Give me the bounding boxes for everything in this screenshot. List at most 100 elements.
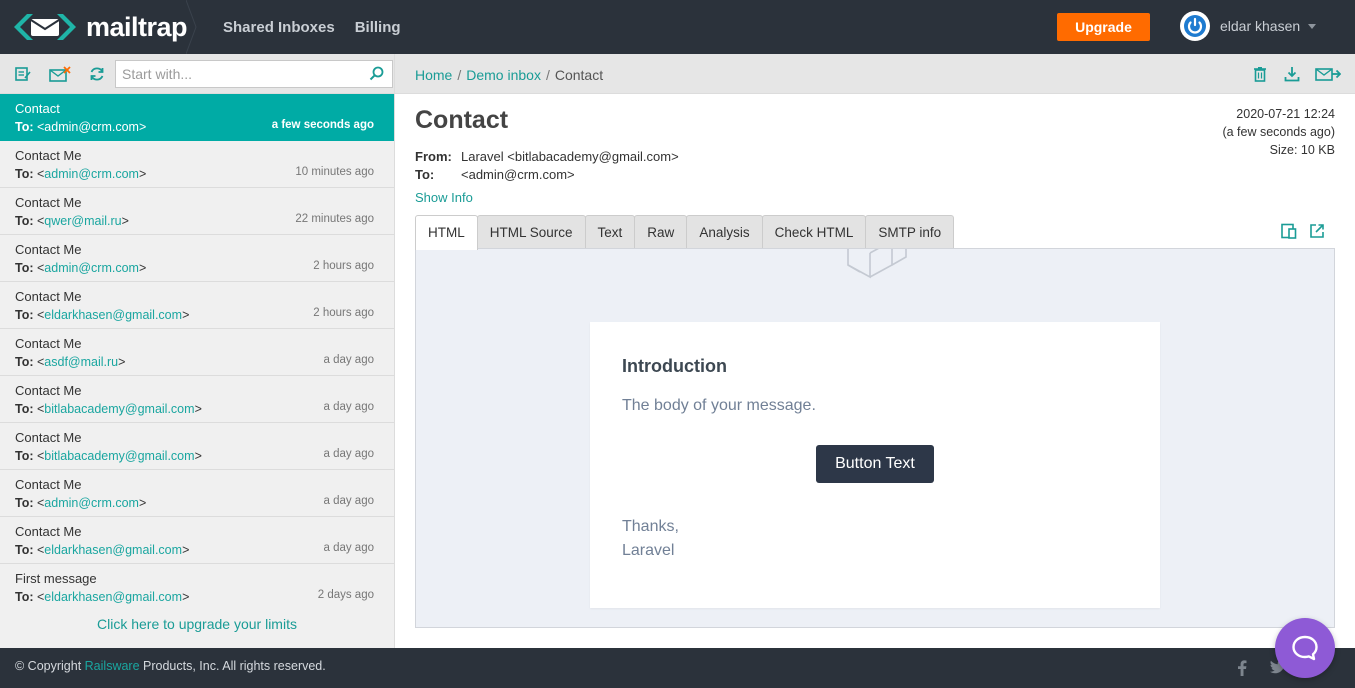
message-subject: Contact Me [15,242,82,257]
breadcrumb: Home / Demo inbox / Contact [415,67,604,83]
facebook-icon[interactable] [1237,660,1247,676]
power-icon [1181,12,1209,40]
message-recipient: To: <admin@crm.com> [15,496,147,510]
chat-bubble-icon [1292,635,1318,661]
list-item[interactable]: Contact Me To: <admin@crm.com> 2 hours a… [0,235,394,282]
message-time: 2 days ago [317,589,374,601]
tab-smtp-info[interactable]: SMTP info [865,215,955,249]
list-item[interactable]: Contact Me To: <admin@crm.com> 10 minute… [0,141,394,188]
top-bar: mailtrap Shared Inboxes Billing Upgrade … [0,0,1355,54]
message-toolbar: Home / Demo inbox / Contact [395,54,1355,94]
logo[interactable]: mailtrap [0,0,197,54]
message-time: 22 minutes ago [295,213,374,225]
message-recipient: To: <eldarkhasen@gmail.com> [15,543,190,557]
message-time: 2 hours ago [313,307,374,319]
download-icon[interactable] [1283,65,1301,83]
forward-icon[interactable] [1315,65,1341,83]
mark-read-icon[interactable] [14,65,32,83]
tab-check-html[interactable]: Check HTML [761,215,867,249]
top-nav: Shared Inboxes Billing [223,19,421,36]
list-item[interactable]: Contact Me To: <eldarkhasen@gmail.com> a… [0,517,394,564]
message-subject: Contact Me [15,477,82,492]
sidebar-toolbar [0,54,394,94]
list-item[interactable]: Contact Me To: <admin@crm.com> a day ago [0,470,394,517]
list-item[interactable]: Contact To: <admin@crm.com> a few second… [0,94,394,141]
message-subject: Contact Me [15,289,82,304]
email-signature: Laravel [622,542,675,559]
email-preview: Introduction The body of your message. B… [415,248,1335,628]
to-value: <admin@crm.com> [461,167,575,182]
message-meta: 2020-07-21 12:24 (a few seconds ago) Siz… [1222,105,1335,159]
email-action-button[interactable]: Button Text [816,445,934,483]
breadcrumb-current: Contact [554,67,604,83]
email-thanks: Thanks, [622,518,679,535]
message-time: a day ago [323,542,374,554]
nav-billing[interactable]: Billing [355,19,401,36]
message-subject: Contact Me [15,148,82,163]
list-item[interactable]: Contact Me To: <qwer@mail.ru> 22 minutes… [0,188,394,235]
message-subject: Contact Me [15,383,82,398]
laravel-logo-icon [847,249,907,279]
email-signoff: Thanks, Laravel [622,515,1128,563]
email-card: Introduction The body of your message. B… [590,322,1160,608]
search-box [115,60,393,88]
message-time: a day ago [323,401,374,413]
refresh-icon[interactable] [88,65,106,83]
message-recipient: To: <bitlabacademy@gmail.com> [15,449,202,463]
message-subject: Contact Me [15,430,82,445]
preview-actions [1269,223,1325,239]
list-item[interactable]: Contact Me To: <bitlabacademy@gmail.com>… [0,376,394,423]
list-item[interactable]: Contact Me To: <bitlabacademy@gmail.com>… [0,423,394,470]
message-subject: Contact [15,101,60,116]
message-time: a day ago [323,495,374,507]
tab-raw[interactable]: Raw [634,215,688,249]
tab-html-source[interactable]: HTML Source [476,215,586,249]
open-new-window-icon[interactable] [1309,223,1325,239]
message-time: 10 minutes ago [295,166,374,178]
list-item[interactable]: Contact Me To: <eldarkhasen@gmail.com> 2… [0,282,394,329]
inbox-sidebar: Contact To: <admin@crm.com> a few second… [0,54,395,648]
message-subject: Contact Me [15,524,82,539]
nav-shared-inboxes[interactable]: Shared Inboxes [223,19,335,36]
message-time: 2 hours ago [313,260,374,272]
message-size: Size: 10 KB [1269,143,1335,157]
chevron-down-icon [1308,23,1317,29]
message-subject: Contact Me [15,195,82,210]
email-body-text: The body of your message. [622,397,816,414]
user-menu[interactable]: eldar khasen [1180,11,1317,41]
list-item[interactable]: Contact Me To: <asdf@mail.ru> a day ago [0,329,394,376]
copyright: © Copyright Railsware Products, Inc. All… [15,659,326,673]
upgrade-button[interactable]: Upgrade [1057,13,1150,41]
device-preview-icon[interactable] [1281,223,1297,239]
message-time: a day ago [323,354,374,366]
email-heading: Introduction [622,356,727,376]
clear-inbox-icon[interactable] [49,65,71,83]
upgrade-limits-link[interactable]: Click here to upgrade your limits [0,616,394,632]
message-time: a day ago [323,448,374,460]
message-title: Contact [415,106,509,134]
chat-help-button[interactable] [1275,618,1335,678]
show-info-link[interactable]: Show Info [415,190,473,205]
brand-name: mailtrap [86,11,188,42]
breadcrumb-inbox[interactable]: Demo inbox [466,67,541,83]
message-list: Contact To: <admin@crm.com> a few second… [0,94,394,605]
message-relative-time: (a few seconds ago) [1222,125,1335,139]
mailtrap-logo-icon [14,14,76,40]
tab-html[interactable]: HTML [415,215,478,250]
railsware-link[interactable]: Railsware [85,659,140,673]
tab-text[interactable]: Text [584,215,636,249]
list-item[interactable]: First message To: <eldarkhasen@gmail.com… [0,564,394,605]
to-row: To: <admin@crm.com> [415,167,575,182]
tab-analysis[interactable]: Analysis [686,215,763,249]
breadcrumb-home[interactable]: Home [415,67,452,83]
footer: © Copyright Railsware Products, Inc. All… [0,648,1355,688]
message-subject: First message [15,571,97,586]
message-actions [1237,65,1341,83]
avatar [1180,11,1210,41]
logo-separator [186,0,197,54]
search-icon[interactable] [369,66,384,84]
from-row: From: Laravel <bitlabacademy@gmail.com> [415,149,679,164]
message-date: 2020-07-21 12:24 [1236,107,1335,121]
search-input[interactable] [116,61,356,87]
trash-icon[interactable] [1251,65,1269,83]
